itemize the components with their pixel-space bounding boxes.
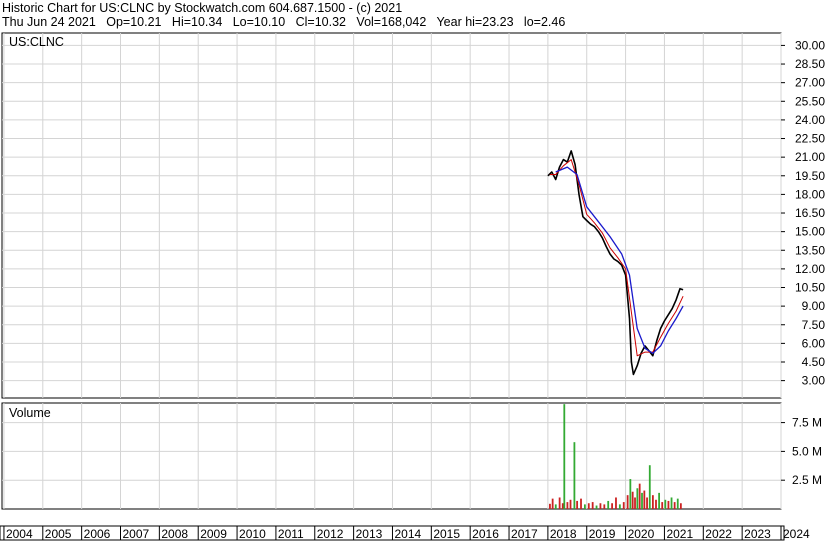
year-tick-label: 2020 [628,527,655,541]
volume-bar [587,503,590,509]
price-tick-label: 19.50 [795,169,825,183]
x-gridlines [3,33,782,540]
price-tick-label: 4.50 [802,355,826,369]
volume-bar [583,504,586,509]
volume-bar [549,503,551,509]
volume-bar [643,490,646,509]
price-tick-label: 24.00 [795,113,825,127]
price-tick-label: 7.50 [802,318,826,332]
volume-bar [631,491,634,509]
year-tick-label: 2007 [123,527,150,541]
volume-bar [554,504,557,509]
year-tick-label: 2023 [744,527,771,541]
volume-title: Volume [9,406,51,420]
price-tick-label: 27.00 [795,76,825,90]
volume-tick-label: 5.0 M [792,444,822,458]
volume-bar [591,502,594,509]
price-tick-label: 9.00 [802,299,826,313]
volume-bar [648,465,651,509]
volume-bar [569,499,572,509]
year-tick-label: 2010 [239,527,266,541]
year-tick-label: 2017 [511,527,538,541]
volume-bar [566,502,569,509]
year-tick-label: 2019 [589,527,616,541]
year-tick-label: 2022 [705,527,732,541]
volume-bar [664,499,667,509]
year-tick-label: 2009 [200,527,227,541]
year-tick-label: 2005 [45,527,72,541]
year-tick-label: 2016 [472,527,499,541]
volume-bar [629,479,632,509]
volume-bar [576,500,579,509]
price-tick-label: 10.50 [795,281,825,295]
volume-bar [618,504,621,509]
price-tick-label: 12.00 [795,262,825,276]
volume-bar [651,495,654,509]
volume-bar [622,502,625,509]
volume-bar [607,500,610,509]
volume-bar [573,442,576,509]
price-tick-label: 6.00 [802,336,826,350]
volume-bar [667,500,670,509]
volume-bar [551,498,554,509]
price-tick-label: 21.00 [795,150,825,164]
price-tick-label: 16.50 [795,206,825,220]
year-tick-labels: 2004 2005 2006 2007 2008 2009 2010 2011 2012 2013… [6,527,810,541]
volume-tick-labels: 7.5 M 5.0 M 2.5 M [792,416,822,488]
volume-tick-label: 7.5 M [792,416,822,430]
price-tick-labels: 30.00 28.50 27.00 25.50 24.00 22.50 21.00 19.50… [795,38,825,387]
volume-bar [599,503,602,509]
price-tick-label: 22.50 [795,132,825,146]
volume-bar [580,498,582,509]
symbol-label: US:CLNC [9,35,64,49]
price-tick-label: 25.50 [795,94,825,108]
year-tick-label: 2013 [356,527,383,541]
price-volume-chart: 30.00 28.50 27.00 25.50 24.00 22.50 21.00 19.50… [0,32,825,541]
volume-bar [646,497,648,509]
volume-bar [611,503,613,509]
volume-bar [670,497,673,509]
volume-bar [603,504,606,509]
year-tick-label: 2011 [278,527,304,541]
volume-bar [558,497,561,509]
price-tick-label: 3.00 [802,374,826,388]
volume-bar [634,497,636,509]
year-tick-label: 2004 [6,527,33,541]
year-tick-label: 2006 [84,527,111,541]
volume-bar [673,502,676,509]
price-tick-label: 13.50 [795,243,825,257]
volume-bar [676,498,679,509]
volume-tick-label: 2.5 M [792,473,822,487]
volume-bar [595,505,598,509]
volume-bar [636,488,639,509]
price-tick-label: 18.00 [795,187,825,201]
year-tick-label: 2008 [161,527,188,541]
volume-bar [655,499,657,509]
volume-bar [679,503,682,509]
volume-bar [563,404,566,509]
volume-bar [641,492,643,509]
year-tick-label: 2021 [666,527,693,541]
volume-bar [626,495,629,509]
volume-bar [615,497,617,509]
year-tick-label: 2014 [394,527,421,541]
year-tick-label: 2024 [783,527,810,541]
year-tick-label: 2015 [433,527,460,541]
year-tick-label: 2018 [550,527,577,541]
volume-bar [661,502,664,509]
price-tick-label: 15.00 [795,225,825,239]
price-tick-label: 28.50 [795,57,825,71]
price-tick-label: 30.00 [795,38,825,52]
volume-bar [638,483,641,509]
volume-bar [561,503,564,509]
volume-bar [658,492,661,509]
year-tick-label: 2012 [317,527,344,541]
